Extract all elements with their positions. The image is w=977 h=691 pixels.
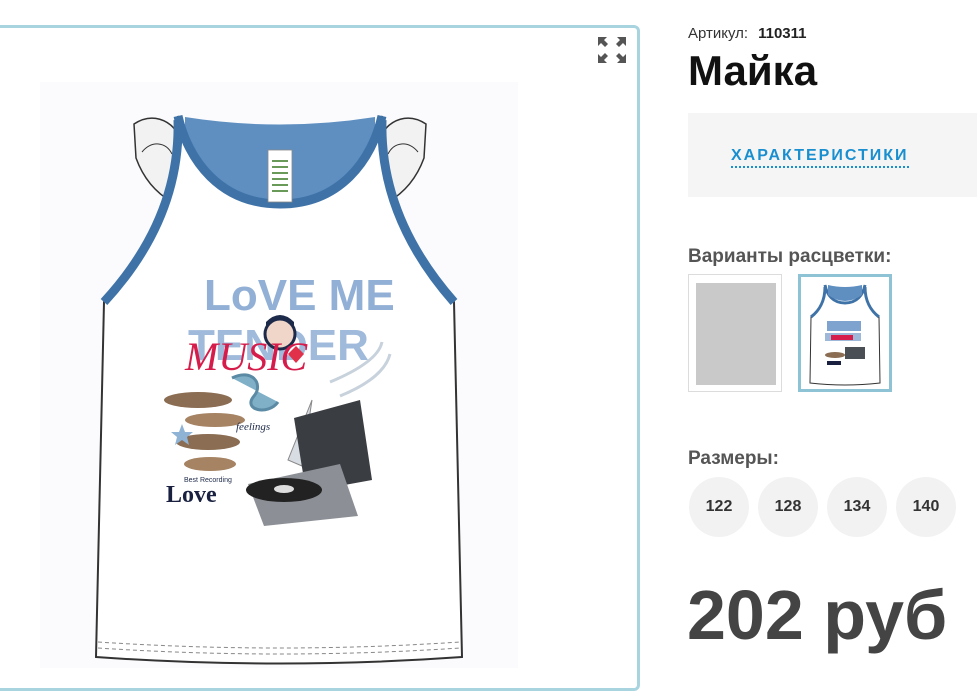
size-option-128[interactable]: 128 bbox=[758, 477, 818, 537]
print-feelings-text: feelings bbox=[236, 421, 270, 433]
expand-arrows-icon bbox=[598, 37, 626, 63]
print-love-text: Love bbox=[166, 482, 217, 508]
product-price: 202 руб bbox=[687, 576, 948, 654]
size-option-134[interactable]: 134 bbox=[827, 477, 887, 537]
article-number: Артикул: 110311 bbox=[688, 25, 807, 42]
characteristics-tab[interactable]: ХАРАКТЕРИСТИКИ bbox=[731, 147, 909, 168]
size-option-122[interactable]: 122 bbox=[689, 477, 749, 537]
size-option-140[interactable]: 140 bbox=[896, 477, 956, 537]
color-variant-swatch-2[interactable] bbox=[798, 274, 892, 392]
fullscreen-button[interactable] bbox=[596, 34, 628, 66]
swatch-thumbnail-image bbox=[809, 284, 881, 386]
article-value: 110311 bbox=[758, 25, 807, 42]
product-title: Майка bbox=[688, 47, 818, 94]
print-music-text: MUSIC bbox=[184, 334, 309, 379]
swatch-image-placeholder bbox=[696, 283, 776, 385]
sizes-label: Размеры: bbox=[688, 448, 779, 469]
print-love-me-text: LoVE ME bbox=[204, 271, 395, 320]
article-label: Артикул: bbox=[688, 25, 749, 42]
color-variants-label: Варианты расцветки: bbox=[688, 246, 892, 267]
characteristics-panel: ХАРАКТЕРИСТИКИ bbox=[688, 113, 977, 197]
product-main-image[interactable]: LoVE ME TENDER MUSIC feelings Best Recor… bbox=[40, 82, 518, 668]
color-variant-swatch-1[interactable] bbox=[688, 274, 782, 392]
